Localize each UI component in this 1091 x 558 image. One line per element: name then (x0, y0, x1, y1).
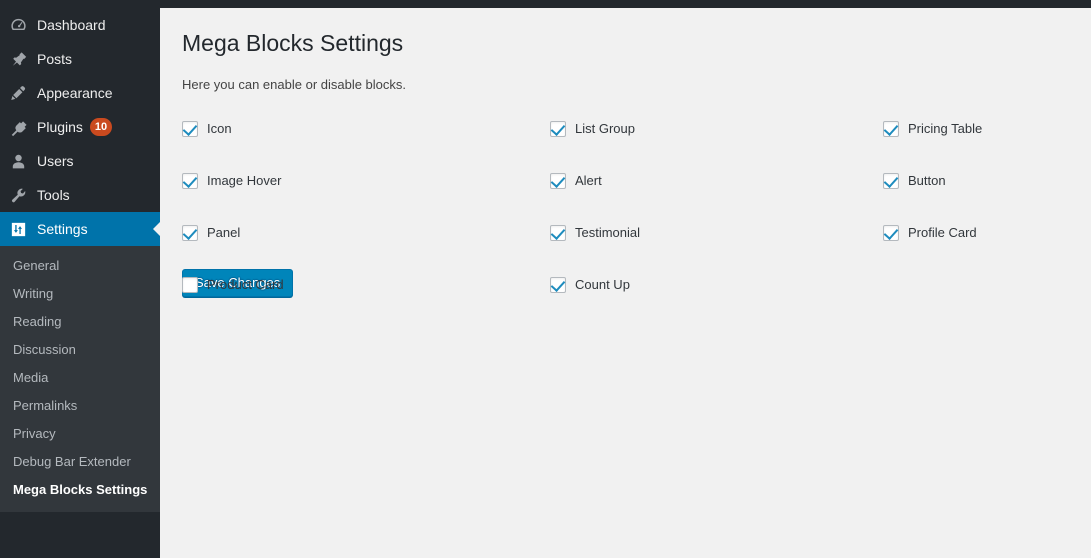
plugins-update-badge: 10 (89, 118, 113, 136)
checkbox-label: Product Card (207, 277, 284, 292)
sidebar-item-label: Tools (37, 187, 70, 203)
checkbox-icon[interactable] (182, 121, 198, 137)
checkbox-label: List Group (575, 121, 635, 136)
paintbrush-icon (8, 83, 28, 103)
checkbox-row-list-group[interactable]: List Group (550, 121, 640, 137)
checkbox-row-pricing-table[interactable]: Pricing Table (883, 121, 982, 137)
sidebar-item-label: Users (37, 153, 74, 169)
blocks-column-1: Icon Image Hover Panel Product Card (182, 121, 284, 329)
checkbox-row-count-up[interactable]: Count Up (550, 277, 640, 293)
checkbox-label: Testimonial (575, 225, 641, 240)
sidebar-item-settings[interactable]: Settings (0, 212, 161, 246)
submenu-item-reading[interactable]: Reading (0, 308, 160, 336)
admin-menu: Dashboard Posts Appearance Plugins 10 Us… (0, 8, 161, 512)
checkbox-icon[interactable] (550, 173, 566, 189)
submenu-item-permalinks[interactable]: Permalinks (0, 392, 160, 420)
settings-sliders-icon (8, 219, 28, 239)
sidebar-item-appearance[interactable]: Appearance (0, 76, 160, 110)
sidebar-item-label: Posts (37, 51, 73, 67)
admin-bar (0, 0, 1091, 8)
page-description: Here you can enable or disable blocks. (182, 77, 407, 92)
checkbox-label: Button (908, 173, 946, 188)
sidebar-item-label: Settings (37, 221, 88, 237)
sidebar-item-label: Appearance (37, 85, 113, 101)
sidebar-item-label: Plugins (37, 119, 83, 135)
checkbox-icon[interactable] (550, 121, 566, 137)
submenu-item-mega-blocks-settings[interactable]: Mega Blocks Settings (0, 476, 160, 504)
wrench-icon (8, 185, 28, 205)
sidebar-item-plugins[interactable]: Plugins 10 (0, 110, 160, 144)
checkbox-icon[interactable] (883, 121, 899, 137)
checkbox-label: Alert (575, 173, 602, 188)
checkbox-label: Pricing Table (908, 121, 983, 136)
submenu-item-writing[interactable]: Writing (0, 280, 160, 308)
checkbox-icon[interactable] (883, 225, 899, 241)
checkbox-icon[interactable] (182, 225, 198, 241)
checkbox-row-button[interactable]: Button (883, 173, 982, 189)
plug-icon (8, 117, 28, 137)
pushpin-icon (8, 49, 28, 69)
checkbox-icon[interactable] (550, 225, 566, 241)
admin-sidebar: Dashboard Posts Appearance Plugins 10 Us… (0, 0, 161, 558)
submenu-item-discussion[interactable]: Discussion (0, 336, 160, 364)
submenu-item-general[interactable]: General (0, 252, 160, 280)
blocks-column-3: Pricing Table Button Profile Card (883, 121, 982, 277)
sidebar-item-posts[interactable]: Posts (0, 42, 160, 76)
checkbox-row-product-card[interactable]: Product Card (182, 277, 284, 293)
submenu-item-privacy[interactable]: Privacy (0, 420, 160, 448)
checkbox-row-panel[interactable]: Panel (182, 225, 284, 241)
submenu-item-debug-bar-extender[interactable]: Debug Bar Extender (0, 448, 160, 476)
checkbox-label: Panel (207, 225, 241, 240)
checkbox-label: Icon (207, 121, 232, 136)
checkbox-icon[interactable] (883, 173, 899, 189)
user-icon (8, 151, 28, 171)
checkbox-row-profile-card[interactable]: Profile Card (883, 225, 982, 241)
sidebar-item-tools[interactable]: Tools (0, 178, 160, 212)
page-title: Mega Blocks Settings (182, 30, 404, 56)
admin-page: Dashboard Posts Appearance Plugins 10 Us… (0, 0, 1091, 558)
checkbox-icon[interactable] (550, 277, 566, 293)
settings-submenu: General Writing Reading Discussion Media… (0, 246, 160, 512)
checkbox-label: Profile Card (908, 225, 977, 240)
dashboard-gauge-icon (8, 15, 28, 35)
sidebar-item-users[interactable]: Users (0, 144, 160, 178)
checkbox-row-image-hover[interactable]: Image Hover (182, 173, 284, 189)
sidebar-item-label: Dashboard (37, 17, 106, 33)
checkbox-label: Count Up (575, 277, 630, 292)
checkbox-icon[interactable] (182, 173, 198, 189)
main-content: Mega Blocks Settings Here you can enable… (160, 8, 1091, 558)
checkbox-row-testimonial[interactable]: Testimonial (550, 225, 640, 241)
checkbox-row-icon[interactable]: Icon (182, 121, 284, 137)
blocks-column-2: List Group Alert Testimonial Count Up (550, 121, 640, 329)
checkbox-icon[interactable] (182, 277, 198, 293)
submenu-item-media[interactable]: Media (0, 364, 160, 392)
sidebar-item-dashboard[interactable]: Dashboard (0, 8, 160, 42)
checkbox-row-alert[interactable]: Alert (550, 173, 640, 189)
checkbox-label: Image Hover (207, 173, 282, 188)
